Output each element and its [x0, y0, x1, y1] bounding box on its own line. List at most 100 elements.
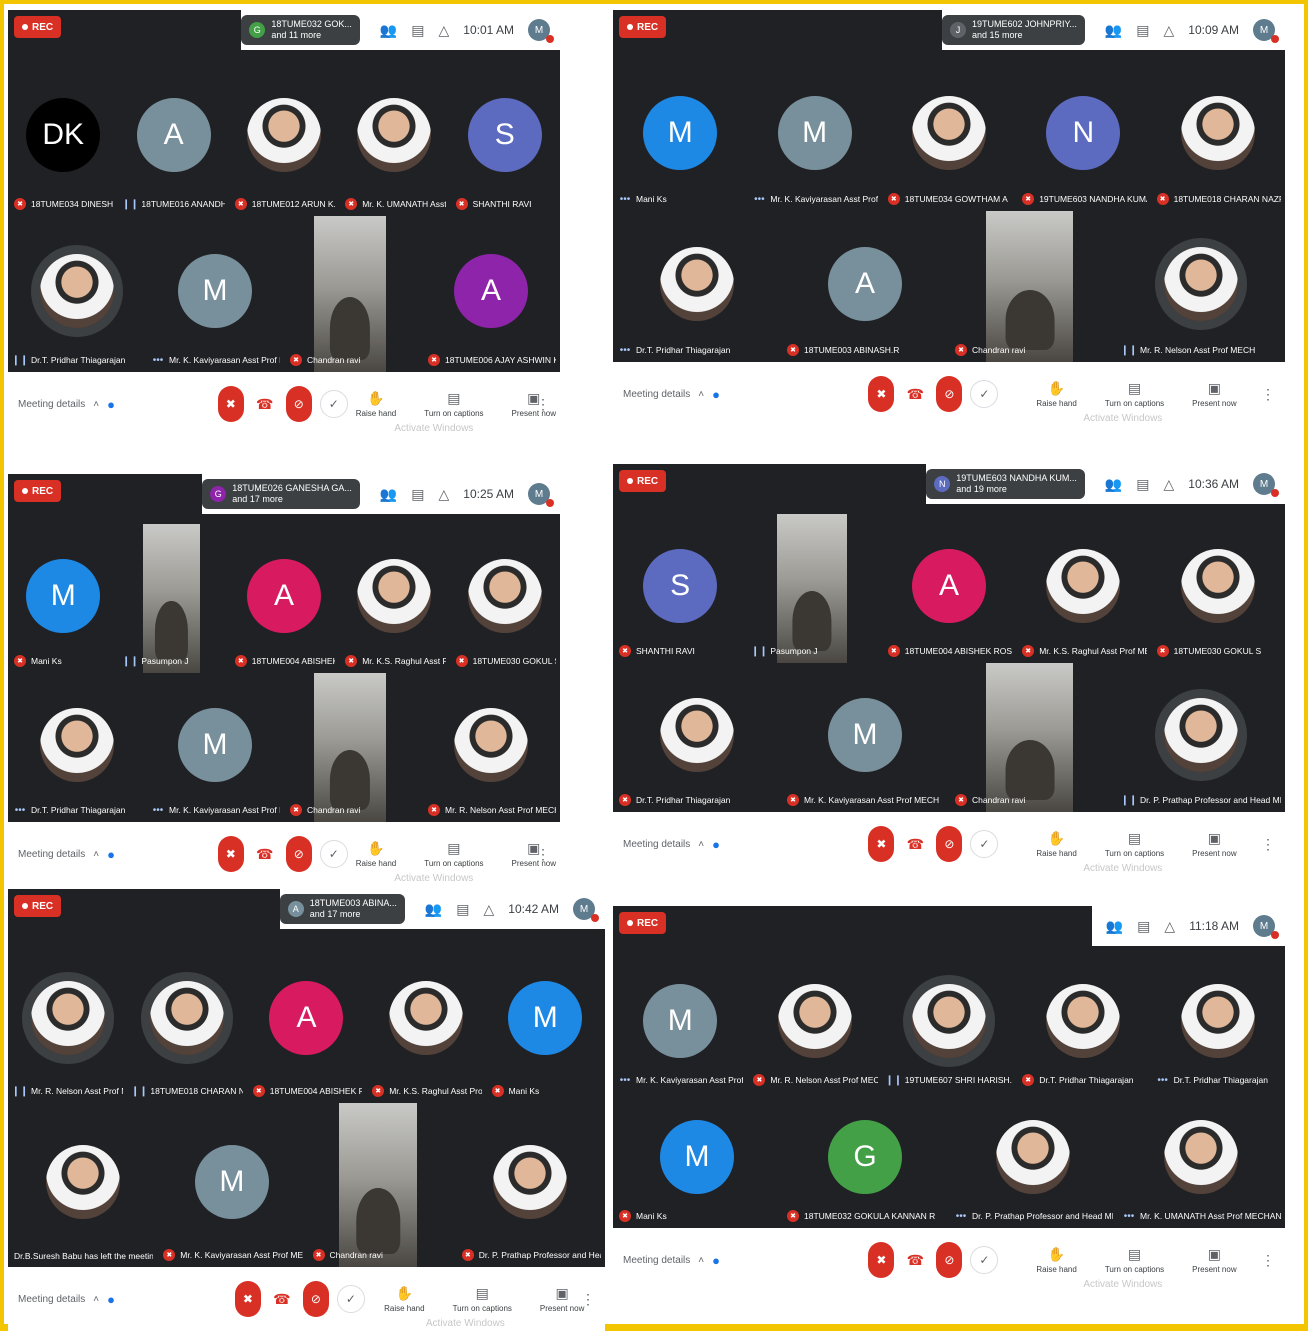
captions-button[interactable]: ▤ Turn on captions [1105, 1246, 1164, 1274]
more-options-icon[interactable]: ⋮ [1261, 1252, 1275, 1269]
self-avatar[interactable]: M [573, 898, 599, 922]
participant-tile[interactable]: DK ✖ 18TUME034 DINESH KUMAR R [8, 60, 118, 216]
participant-tile[interactable]: ✖ Chandran ravi [307, 1103, 456, 1267]
raise-hand-button[interactable]: ✋ Raise hand [1036, 1246, 1076, 1274]
participant-tile[interactable]: ✖ Mr. R. Nelson Asst Prof MECH [422, 673, 560, 822]
hang-up-button[interactable]: ☎ [902, 831, 928, 857]
presenter-chip[interactable]: N 19TUME603 NANDHA KUM... and 19 more [926, 469, 1085, 499]
more-options-icon[interactable]: ⋮ [1261, 386, 1275, 403]
check-icon[interactable]: ✓ [319, 840, 348, 868]
people-icon[interactable]: 👥 [1106, 918, 1123, 935]
chat-icon[interactable]: ▤ [1136, 476, 1149, 493]
check-icon[interactable]: ✓ [970, 380, 999, 408]
participant-tile[interactable]: M ••• Mr. K. Kaviyarasan Asst Prof MECH [613, 956, 747, 1092]
raise-hand-button[interactable]: ✋ Raise hand [1036, 380, 1076, 408]
captions-button[interactable]: ▤ Turn on captions [424, 840, 483, 868]
captions-button[interactable]: ▤ Turn on captions [1105, 830, 1164, 858]
raise-hand-button[interactable]: ✋ Raise hand [356, 840, 396, 868]
participant-tile[interactable]: ••• Dr.T. Pridhar Thiagarajan [8, 673, 146, 822]
participant-tile[interactable]: N ✖ 19TUME603 NANDHA KUMAR K [1016, 60, 1150, 211]
more-options-icon[interactable]: ⋮ [536, 396, 550, 413]
self-avatar[interactable]: M [1253, 473, 1279, 497]
people-icon[interactable]: 👥 [1105, 476, 1122, 493]
meeting-details-button[interactable]: Meeting details ˄ ● [18, 397, 115, 412]
participant-tile[interactable]: ✖ 18TUME030 GOKUL S [1151, 514, 1285, 663]
participant-tile[interactable]: ✖ 18TUME034 GOWTHAM A [882, 60, 1016, 211]
more-options-icon[interactable]: ⋮ [536, 846, 550, 863]
people-icon[interactable]: 👥 [380, 22, 397, 39]
mic-off-button[interactable]: ✖ [868, 376, 895, 412]
people-icon[interactable]: 👥 [425, 901, 442, 918]
hang-up-button[interactable]: ☎ [902, 381, 928, 407]
check-icon[interactable]: ✓ [336, 1285, 365, 1313]
chat-icon[interactable]: ▤ [411, 22, 424, 39]
participant-tile[interactable]: ✖ 18TUME018 CHARAN NAZRE R [1151, 60, 1285, 211]
mic-off-button[interactable]: ✖ [234, 1281, 261, 1317]
activities-icon[interactable]: △ [439, 22, 450, 39]
participant-tile[interactable]: ❙❙19TUME607 SHRI HARISH.R.S [882, 956, 1016, 1092]
chat-icon[interactable]: ▤ [1137, 918, 1150, 935]
mic-off-button[interactable]: ✖ [868, 1242, 895, 1278]
participant-tile[interactable]: S ✖ SHANTHI RAVI [450, 60, 560, 216]
presenter-chip[interactable]: G 18TUME032 GOK... and 11 more [241, 15, 360, 45]
more-options-icon[interactable]: ⋮ [1261, 836, 1275, 853]
camera-off-button[interactable]: ⊘ [936, 826, 963, 862]
captions-button[interactable]: ▤ Turn on captions [424, 390, 483, 418]
camera-off-button[interactable]: ⊘ [936, 1242, 963, 1278]
participant-tile[interactable]: ✖ Chandran ravi [284, 216, 422, 372]
activities-icon[interactable]: △ [484, 901, 495, 918]
mic-off-button[interactable]: ✖ [217, 386, 244, 422]
hang-up-button[interactable]: ☎ [902, 1247, 928, 1273]
participant-tile[interactable]: M ✖ Mani Ks [486, 939, 605, 1103]
presenter-chip[interactable]: G 18TUME026 GANESHA GA... and 17 more [202, 479, 360, 509]
participant-tile[interactable]: ✖ Mr. K.S. Raghul Asst Prof MECH [366, 939, 485, 1103]
chat-icon[interactable]: ▤ [456, 901, 469, 918]
camera-off-button[interactable]: ⊘ [936, 376, 963, 412]
raise-hand-button[interactable]: ✋ Raise hand [1036, 830, 1076, 858]
camera-off-button[interactable]: ⊘ [285, 836, 312, 872]
participant-tile[interactable]: ••• Dr. P. Prathap Professor and Head MEC… [949, 1092, 1117, 1228]
hang-up-button[interactable]: ☎ [269, 1286, 295, 1312]
raise-hand-button[interactable]: ✋ Raise hand [384, 1285, 424, 1313]
camera-off-button[interactable]: ⊘ [302, 1281, 329, 1317]
hang-up-button[interactable]: ☎ [252, 841, 278, 867]
present-button[interactable]: ▣ Present now [1192, 380, 1236, 408]
participant-tile[interactable]: ✖ Dr.T. Pridhar Thiagarajan [613, 663, 781, 812]
participant-tile[interactable]: M ••• Mr. K. Kaviyarasan Asst Prof MECH [146, 216, 284, 372]
participant-tile[interactable]: S ✖ SHANTHI RAVI [613, 514, 747, 663]
chat-icon[interactable]: ▤ [411, 486, 424, 503]
meeting-details-button[interactable]: Meeting details ˄ ● [623, 387, 720, 402]
activities-icon[interactable]: △ [439, 486, 450, 503]
participant-tile[interactable]: ✖ Mr. K.S. Raghul Asst Prof MECH [1016, 514, 1150, 663]
participant-tile[interactable]: ✖ 18TUME030 GOKUL S [450, 524, 560, 673]
present-button[interactable]: ▣ Present now [1192, 1246, 1236, 1274]
present-button[interactable]: ▣ Present now [540, 1285, 584, 1313]
self-avatar[interactable]: M [1253, 19, 1279, 43]
participant-tile[interactable]: ❙❙18TUME018 CHARAN NAZRE R [127, 939, 246, 1103]
activities-icon[interactable]: △ [1164, 476, 1175, 493]
self-avatar[interactable]: M [1253, 915, 1279, 939]
captions-button[interactable]: ▤ Turn on captions [1105, 380, 1164, 408]
meeting-details-button[interactable]: Meeting details ˄ ● [18, 847, 115, 862]
participant-tile[interactable]: ❙❙ Pasumpon J [118, 524, 228, 673]
activities-icon[interactable]: △ [1164, 918, 1175, 935]
participant-tile[interactable]: ✖ Chandran ravi [949, 663, 1117, 812]
chat-icon[interactable]: ▤ [1136, 22, 1149, 39]
participant-tile[interactable]: ••• Mr. K. UMANATH Asst Prof MECHANICAL [1117, 1092, 1285, 1228]
participant-tile[interactable]: ••• Dr.T. Pridhar Thiagarajan [1151, 956, 1285, 1092]
participant-tile[interactable]: A ✖ 18TUME004 ABISHEK ROSHAN R... [882, 514, 1016, 663]
meeting-details-button[interactable]: Meeting details ˄ ● [623, 837, 720, 852]
presenter-chip[interactable]: J 19TUME602 JOHNPRIY... and 15 more [941, 15, 1085, 45]
check-icon[interactable]: ✓ [319, 390, 348, 418]
people-icon[interactable]: 👥 [1105, 22, 1122, 39]
participant-tile[interactable]: ✖ Mr. K.S. Raghul Asst Prof MECH [339, 524, 449, 673]
meeting-details-button[interactable]: Meeting details ˄ ● [18, 1292, 115, 1307]
participant-tile[interactable]: M ••• Mr. K. Kaviyarasan Asst Prof MECH [747, 60, 881, 211]
participant-tile[interactable]: A ✖ 18TUME003 ABINASH.R [781, 211, 949, 362]
self-avatar[interactable]: M [528, 483, 554, 507]
participant-tile[interactable]: ❙❙ Pasumpon J [747, 514, 881, 663]
participant-tile[interactable]: ✖ Mr. R. Nelson Asst Prof MECH [747, 956, 881, 1092]
participant-tile[interactable]: M ✖ Mr. K. Kaviyarasan Asst Prof MECH [781, 663, 949, 812]
check-icon[interactable]: ✓ [970, 830, 999, 858]
mic-off-button[interactable]: ✖ [868, 826, 895, 862]
